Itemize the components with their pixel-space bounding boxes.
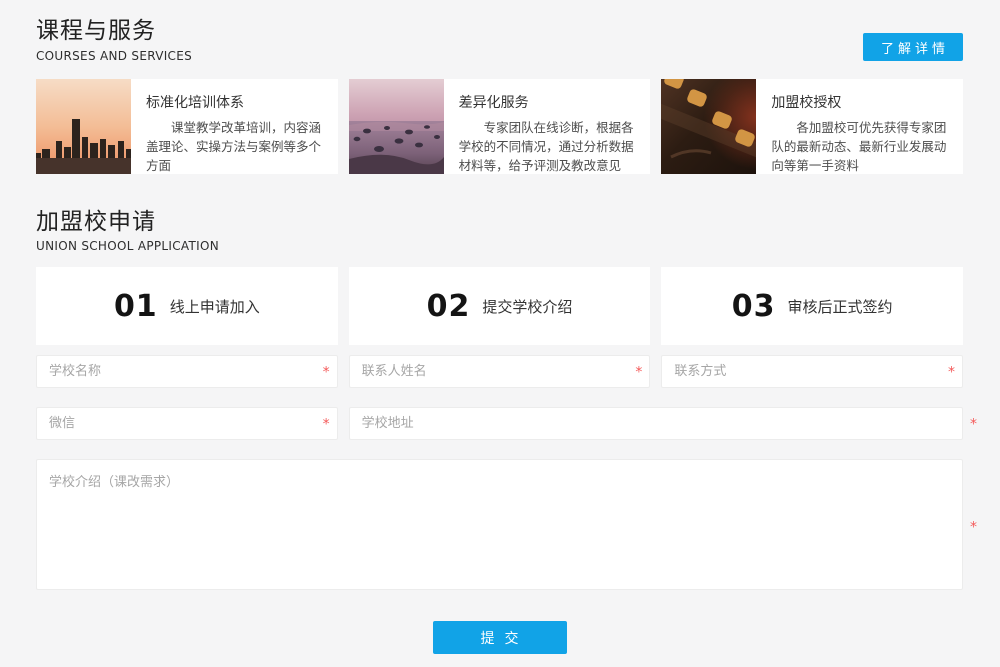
services-title: 课程与服务 (36, 18, 963, 46)
step-number: 01 (114, 289, 158, 324)
submit-button[interactable]: 提交 (433, 621, 567, 654)
school-name-input[interactable] (36, 355, 338, 388)
service-card-text: 加盟校授权 各加盟校可优先获得专家团队的最新动态、最新行业发展动向等第一手资料 (756, 79, 963, 174)
school-address-input[interactable] (349, 407, 963, 440)
application-form: * * * * * * (36, 355, 963, 594)
wechat-input[interactable] (36, 407, 338, 440)
school-name-field-wrap: * (36, 355, 338, 388)
service-card-text: 标准化培训体系 课堂教学改革培训，内容涵盖理论、实操方法与案例等多个方面 (131, 79, 338, 174)
services-section-header: 课程与服务 COURSES AND SERVICES 了解详情 (36, 18, 963, 63)
contact-phone-field-wrap: * (661, 355, 963, 388)
application-steps-row: 01 线上申请加入 02 提交学校介绍 03 审核后正式签约 (36, 267, 963, 345)
service-card-franchise-authorization: 加盟校授权 各加盟校可优先获得专家团队的最新动态、最新行业发展动向等第一手资料 (661, 79, 963, 174)
services-subtitle: COURSES AND SERVICES (36, 49, 963, 63)
wechat-field-wrap: * (36, 407, 338, 440)
service-card-desc: 课堂教学改革培训，内容涵盖理论、实操方法与案例等多个方面 (146, 118, 324, 174)
film-strip-image (661, 79, 756, 174)
service-card-title: 标准化培训体系 (146, 92, 324, 112)
required-asterisk: * (323, 365, 330, 379)
application-subtitle: UNION SCHOOL APPLICATION (36, 239, 963, 253)
school-address-field-wrap: * (349, 407, 963, 440)
service-card-title: 加盟校授权 (771, 92, 949, 112)
service-card-differentiated-service: 差异化服务 专家团队在线诊断，根据各学校的不同情况，通过分析数据材料等，给予评测… (349, 79, 651, 174)
service-card-title: 差异化服务 (459, 92, 637, 112)
service-card-desc: 专家团队在线诊断，根据各学校的不同情况，通过分析数据材料等，给予评测及教改意见 (459, 118, 637, 174)
required-asterisk: * (970, 417, 977, 431)
step-number: 02 (427, 289, 471, 324)
step-label: 线上申请加入 (170, 296, 260, 317)
service-card-desc: 各加盟校可优先获得专家团队的最新动态、最新行业发展动向等第一手资料 (771, 118, 949, 174)
required-asterisk: * (948, 365, 955, 379)
contact-name-field-wrap: * (349, 355, 651, 388)
step-label: 提交学校介绍 (482, 296, 572, 317)
contact-name-input[interactable] (349, 355, 651, 388)
school-intro-textarea[interactable] (36, 459, 963, 590)
page: 课程与服务 COURSES AND SERVICES 了解详情 (0, 0, 1000, 654)
contact-phone-input[interactable] (661, 355, 963, 388)
city-skyline-sunset-image (36, 79, 131, 174)
step-card-submit-intro: 02 提交学校介绍 (349, 267, 651, 345)
school-intro-field-wrap: * (36, 459, 963, 594)
required-asterisk: * (323, 417, 330, 431)
desert-dusk-image (349, 79, 444, 174)
submit-row: 提交 (36, 621, 963, 654)
service-card-standard-training: 标准化培训体系 课堂教学改革培训，内容涵盖理论、实操方法与案例等多个方面 (36, 79, 338, 174)
required-asterisk: * (970, 520, 977, 534)
service-cards-row: 标准化培训体系 课堂教学改革培训，内容涵盖理论、实操方法与案例等多个方面 (36, 79, 963, 174)
application-title: 加盟校申请 (36, 209, 963, 237)
application-section-header: 加盟校申请 UNION SCHOOL APPLICATION (36, 209, 963, 254)
service-card-text: 差异化服务 专家团队在线诊断，根据各学校的不同情况，通过分析数据材料等，给予评测… (444, 79, 651, 174)
application-section: 加盟校申请 UNION SCHOOL APPLICATION 01 线上申请加入… (36, 209, 963, 655)
learn-more-button[interactable]: 了解详情 (863, 33, 963, 61)
step-label: 审核后正式签约 (788, 296, 893, 317)
step-card-apply-online: 01 线上申请加入 (36, 267, 338, 345)
step-card-sign-contract: 03 审核后正式签约 (661, 267, 963, 345)
step-number: 03 (732, 289, 776, 324)
required-asterisk: * (635, 365, 642, 379)
